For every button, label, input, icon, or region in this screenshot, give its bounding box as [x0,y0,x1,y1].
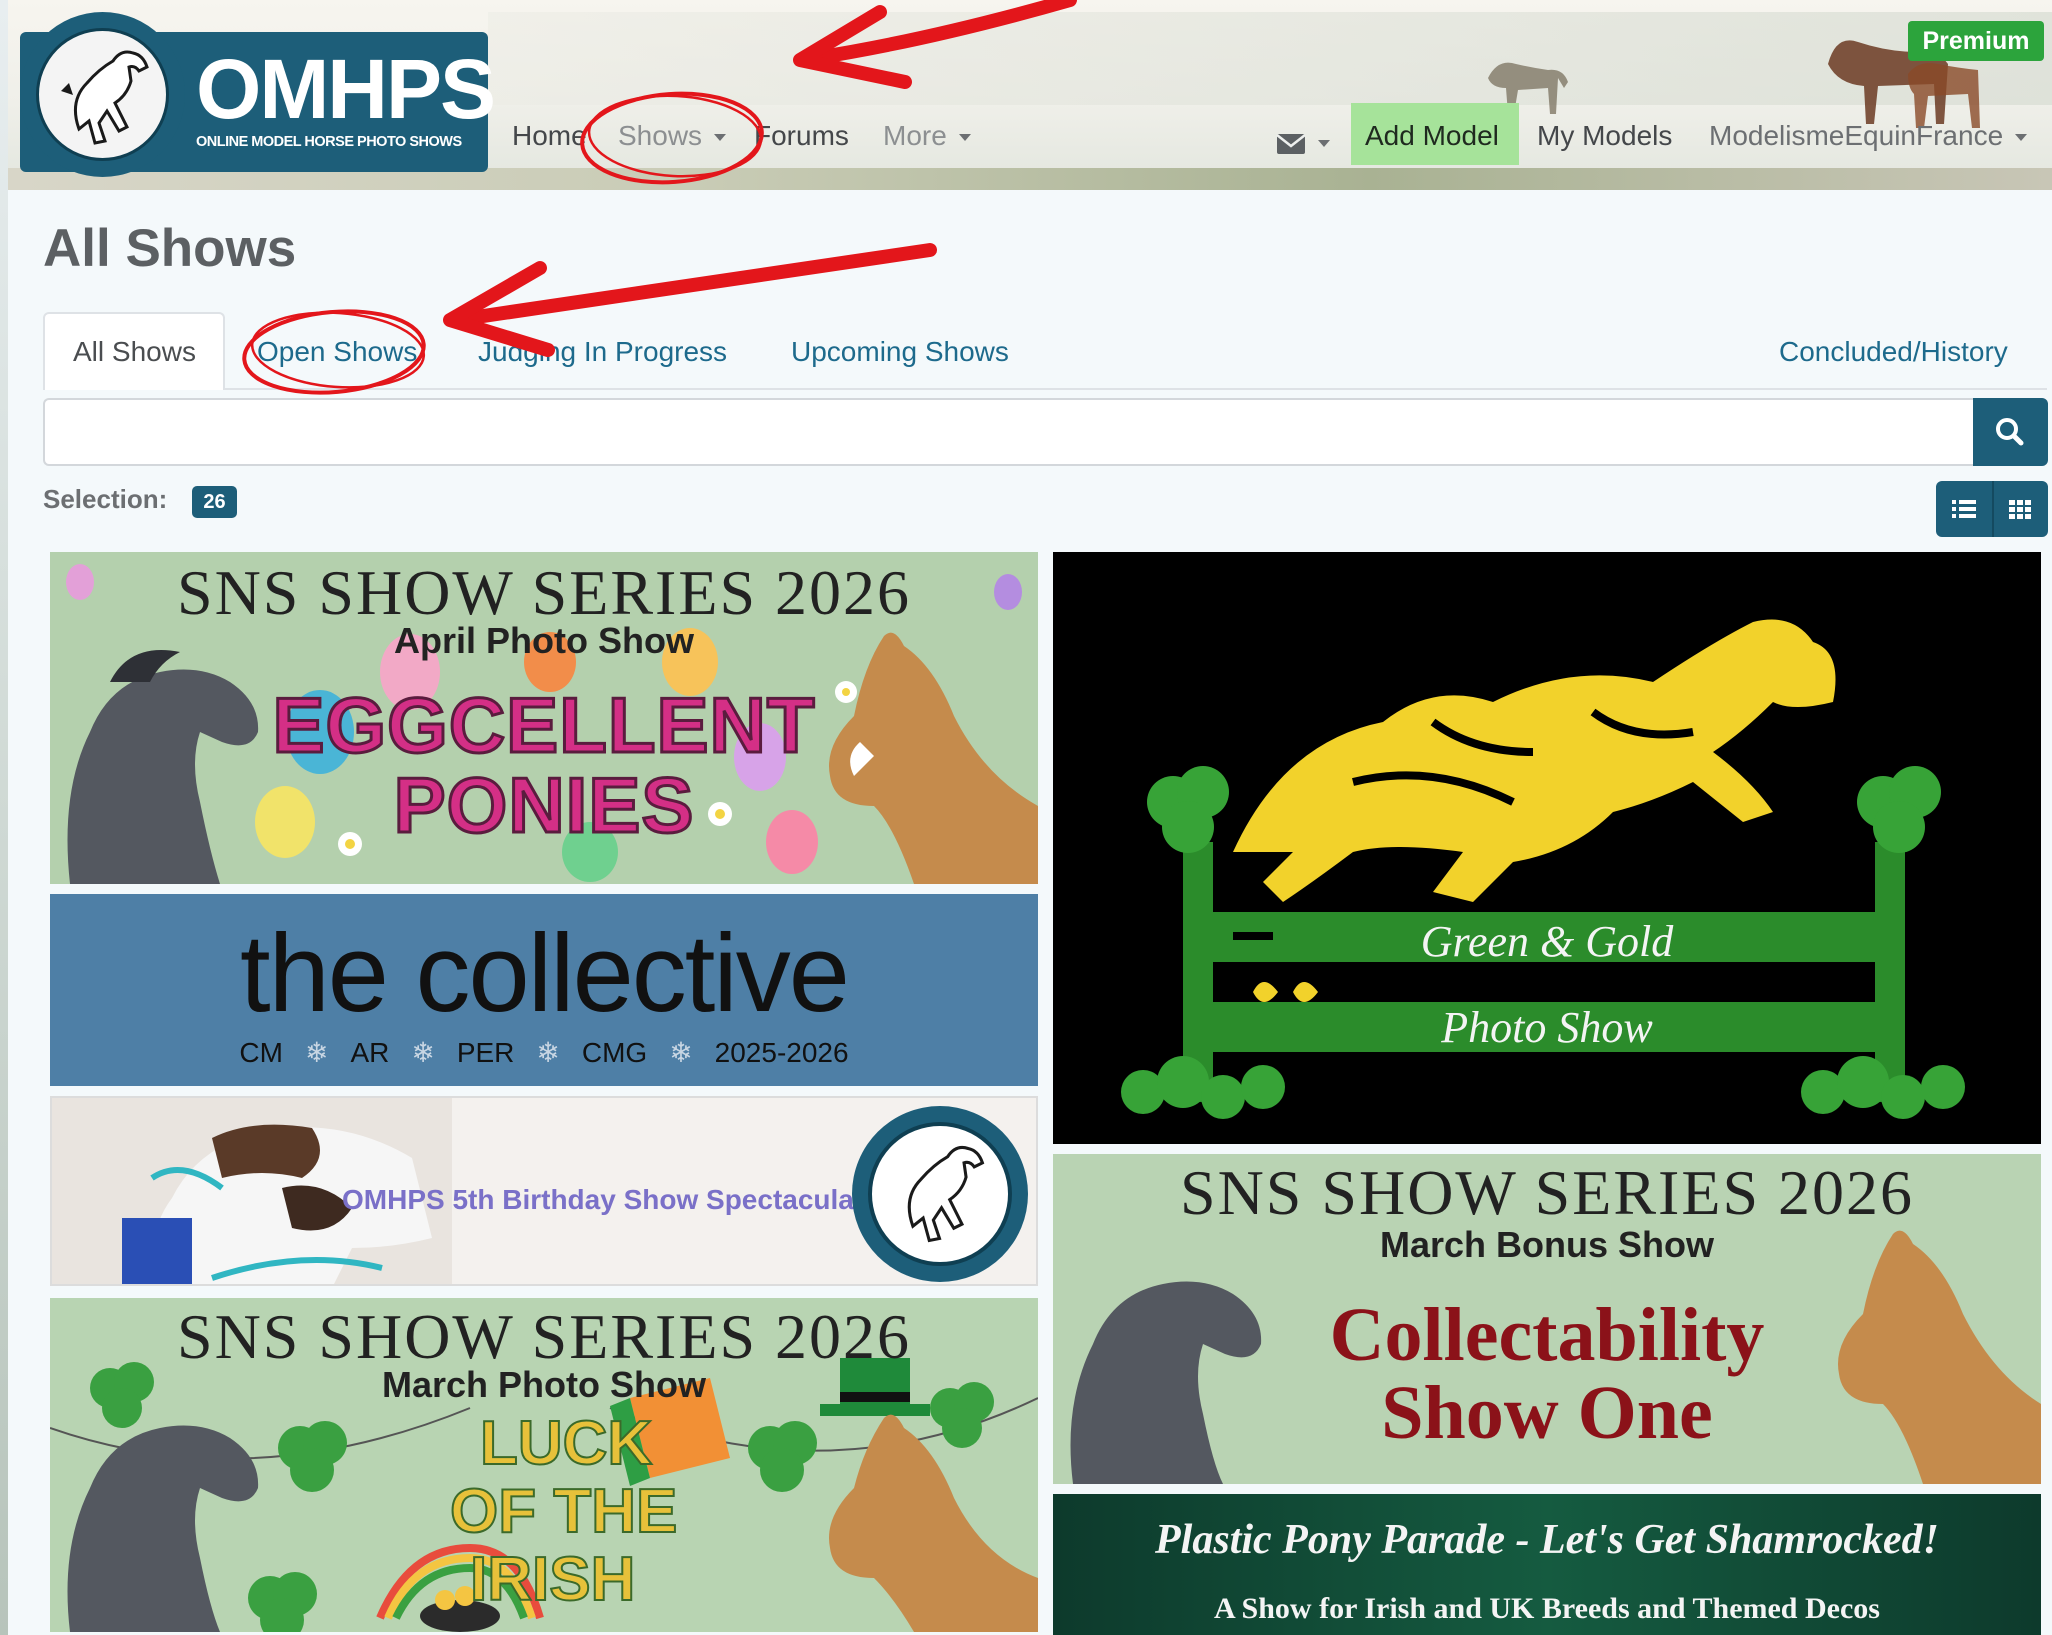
list-icon [1952,500,1976,518]
sns-march-line3: IRISH [469,1544,636,1615]
grid-view-button[interactable] [1992,481,2048,537]
show-card-sns-april[interactable]: SNS SHOW SERIES 2026 April Photo Show EG… [50,552,1038,884]
jumping-horse-logo-icon [61,50,149,145]
tabs-divider [43,388,2047,390]
sns-march-line2: OF THE [449,1476,678,1547]
grey-pony-image [67,1425,259,1632]
sns-bonus-line2: Show One [1381,1371,1713,1455]
chevron-down-icon [714,134,727,142]
plastic-pony-title: Plastic Pony Parade - Let's Get Shamrock… [1155,1517,1939,1563]
chevron-down-icon [1318,140,1330,148]
show-card-sns-bonus[interactable]: SNS SHOW SERIES 2026 March Bonus Show Co… [1053,1154,2041,1484]
show-card-plastic-pony[interactable]: Plastic Pony Parade - Let's Get Shamrock… [1053,1494,2041,1635]
list-view-button[interactable] [1936,481,1992,537]
nav-home[interactable]: Home [512,120,587,152]
nav-forums[interactable]: Forums [754,120,849,152]
search-icon [1996,418,2024,446]
nav-my-models[interactable]: My Models [1537,120,1672,152]
sns-april-subtitle: April Photo Show [394,620,694,661]
nav-shows-dropdown[interactable]: Shows [618,120,727,152]
page-edge [0,0,8,1635]
palomino-pony-image [829,1414,1038,1632]
logo-circle [20,12,185,177]
sns-march-line1: LUCK [479,1408,653,1479]
annotation-arrow-middle [463,243,937,325]
selection-count-badge: 26 [192,486,237,518]
sns-april-line1: EGGCELLENT [271,681,816,770]
tab-all-shows-label: All Shows [73,336,196,367]
collective-tags: CM ❄ AR ❄ PER ❄ CMG ❄ 2025-2026 [239,1037,849,1068]
selection-label: Selection: [43,484,168,514]
messages-dropdown[interactable] [1276,126,1330,158]
logo-subtitle: ONLINE MODEL HORSE PHOTO SHOWS [196,134,462,150]
tab-upcoming-shows[interactable]: Upcoming Shows [791,336,1009,368]
grid-icon [2009,500,2031,519]
search-input[interactable] [43,398,1973,466]
tab-concluded-history[interactable]: Concluded/History [1779,336,2008,368]
user-menu-dropdown[interactable]: ModelismeEquinFrance [1709,120,2028,152]
view-toggle [1936,481,2048,537]
nav-shows-label: Shows [618,120,703,151]
plastic-pony-subtitle: A Show for Irish and UK Breeds and Theme… [1214,1592,1880,1625]
collective-title: the collective [240,912,850,1035]
green-gold-jumping-horse-image [1121,619,1965,1119]
premium-badge: Premium [1908,21,2044,61]
sns-april-line2: PONIES [392,761,695,850]
sns-april-series: SNS SHOW SERIES 2026 [176,557,912,628]
show-card-the-collective[interactable]: the collective CM ❄ AR ❄ PER ❄ CMG ❄ 2025-2026 [50,894,1038,1086]
omhps-logo[interactable]: OMHPS ONLINE MODEL HORSE PHOTO SHOWS [20,12,496,177]
envelope-icon [1276,133,1306,154]
add-model-label: Add Model [1365,120,1499,151]
green-gold-line2: Photo Show [1441,1003,1653,1052]
birthday-title: OMHPS 5th Birthday Show Spectacular [342,1184,865,1215]
tab-open-shows[interactable]: Open Shows [257,336,417,368]
sns-bonus-line1: Collectability [1329,1293,1765,1377]
logo-text: OMHPS [196,42,496,136]
tab-judging-in-progress[interactable]: Judging In Progress [478,336,727,368]
show-card-green-gold[interactable]: Green & Gold Photo Show [1053,552,2041,1144]
sns-bonus-subtitle: March Bonus Show [1379,1224,1715,1265]
chevron-down-icon [2015,134,2028,142]
show-card-sns-march[interactable]: SNS SHOW SERIES 2026 March Photo Show LU… [50,1298,1038,1632]
green-gold-line1: Green & Gold [1420,917,1674,966]
nav-more-label: More [883,120,947,151]
sns-march-subtitle: March Photo Show [382,1364,706,1405]
add-model-button[interactable]: Add Model [1351,103,1519,165]
omhps-circle-logo [852,1106,1028,1282]
jumping-horse-icon [907,1145,985,1243]
sns-march-series: SNS SHOW SERIES 2026 [176,1301,912,1372]
search-button[interactable] [1973,398,2048,466]
sns-bonus-series: SNS SHOW SERIES 2026 [1179,1157,1915,1228]
user-name: ModelismeEquinFrance [1709,120,2004,151]
chevron-down-icon [958,134,971,142]
page-title: All Shows [43,219,297,278]
show-card-birthday[interactable]: OMHPS 5th Birthday Show Spectacular [50,1096,1038,1286]
nav-more-dropdown[interactable]: More [883,120,971,152]
